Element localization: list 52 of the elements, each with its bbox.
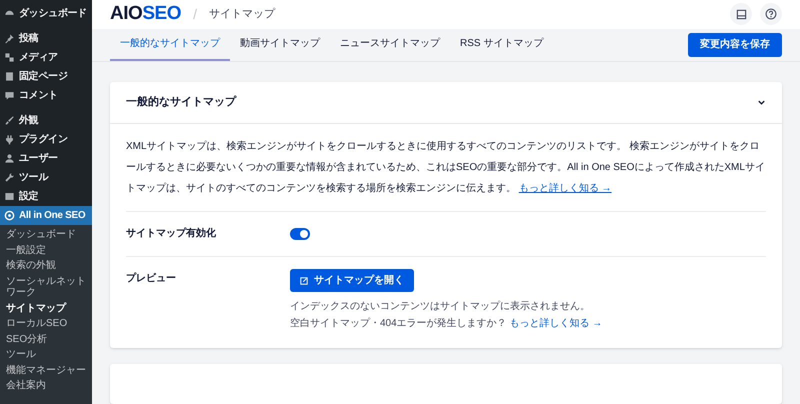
tab[interactable]: 動画サイトマップ [230,28,330,61]
menu-item[interactable]: メディア [0,48,92,67]
menu-item[interactable]: 固定ページ [0,67,92,86]
tab[interactable]: 一般的なサイトマップ [110,28,230,61]
menu-item[interactable]: ユーザー [0,149,92,168]
menu-item[interactable]: ダッシュボード [0,4,92,23]
menu-item[interactable]: コメント [0,86,92,105]
submenu-item[interactable]: ローカルSEO [0,316,92,332]
submenu-item[interactable]: ツール [0,347,92,362]
pin-icon [4,33,15,44]
submenu-item[interactable]: SEO分析 [0,332,92,347]
submenu-item[interactable]: ダッシュボード [0,227,92,242]
help-text: インデックスのないコンテンツはサイトマップに表示されません。 [290,300,591,314]
speech-bubble-icon [4,90,15,101]
menu-item[interactable]: 投稿 [0,29,92,48]
open-sitemap-button[interactable]: サイトマップを開く [290,269,414,292]
learn-more-link[interactable]: もっと詳しく知る → [518,183,612,194]
submenu-item[interactable]: 検索の外観 [0,258,92,274]
help-icon[interactable] [760,3,782,26]
menu-item[interactable]: 外観 [0,111,92,130]
external-link-icon [300,276,308,284]
learn-more-link[interactable]: もっと詳しく知る → [509,318,602,329]
submenu-item[interactable]: サイトマップ [0,300,92,316]
media-icon [4,52,15,63]
description: XMLサイトマップは、検索エンジンがサイトをクロールするときに使用するすべてのコンテンツのリストです。 検索エンジンがサイトをクロールするときに必要ないくつかの重要な情報が含まれているため、これはSEOの重要な部分です。All in One SEOによって作成されたXMLサイトマップは、サイトのすべてのコンテンツを検索する場所を検索エンジンに伝えます。 もっと詳しく知る → [126,124,766,212]
submenu-item[interactable]: ソーシャルネットワーク [0,274,92,300]
gear-icon [4,210,15,221]
menu-item[interactable]: プラグイン [0,130,92,149]
plug-icon [4,134,15,145]
card-title: 一般的なサイトマップ [126,94,236,110]
save-button[interactable]: 変更内容を保存 [688,32,782,57]
wrench-icon [4,172,15,183]
inbox-icon[interactable] [730,3,752,26]
menu-item[interactable]: ツール [0,168,92,187]
help-text: 空白サイトマップ・404エラーが発生しますか？ もっと詳しく知る → [290,316,602,331]
breadcrumb-separator: / [193,4,197,24]
user-icon [4,153,15,164]
menu-item[interactable]: All in One SEO [0,206,92,225]
brush-icon [4,115,15,126]
tab[interactable]: RSS サイトマップ [450,28,554,61]
menu-item[interactable]: 設定 [0,187,92,206]
setting-label: サイトマップ有効化 [126,226,217,241]
tab[interactable]: ニュースサイトマップ [330,28,450,61]
toggle-switch[interactable] [290,228,310,240]
setting-label: プレビュー [126,271,177,286]
submenu-item[interactable]: 機能マネージャー [0,362,92,378]
page-icon [4,71,15,82]
submenu-item[interactable]: 一般設定 [0,242,92,258]
submenu-item[interactable]: 会社案内 [0,378,92,394]
page-title: サイトマップ [208,6,275,22]
logo: AIOSEO [110,2,182,26]
chevron-icon[interactable] [756,98,766,108]
